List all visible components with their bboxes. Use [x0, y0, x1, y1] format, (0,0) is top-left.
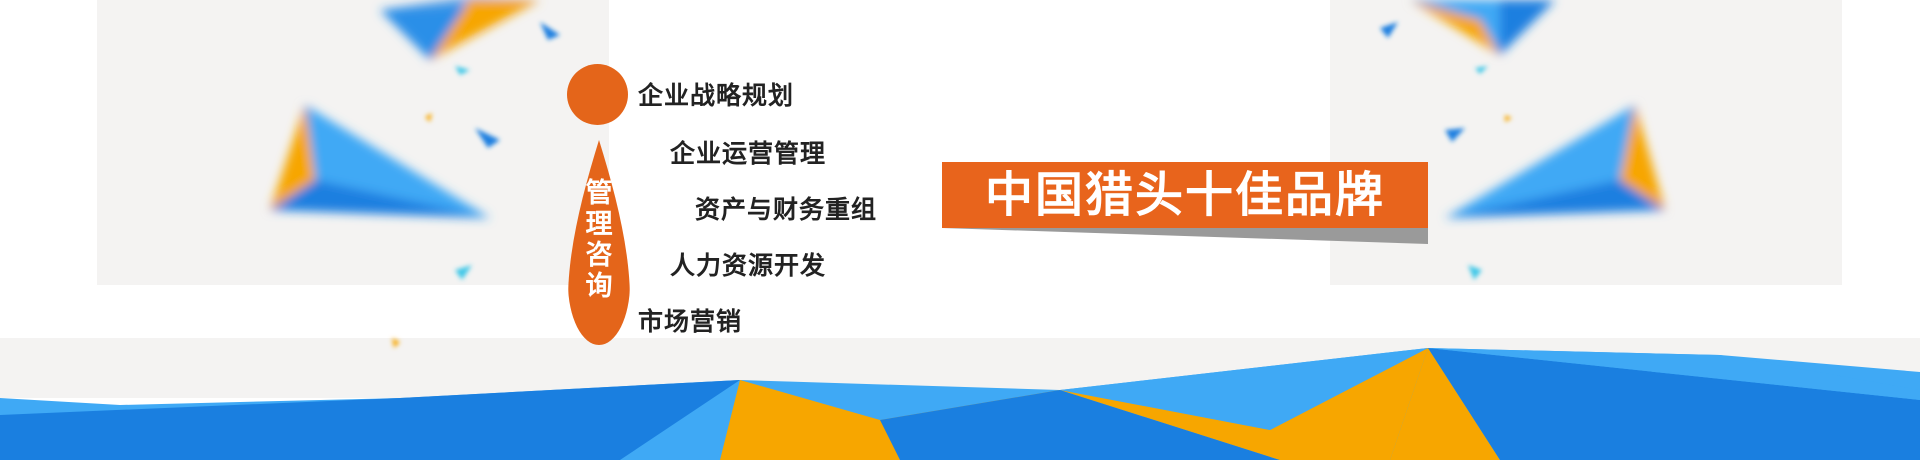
orange-dot	[567, 64, 628, 125]
menu-item-operations[interactable]: 企业运营管理	[670, 134, 826, 170]
vertical-label: 管 理 咨 询	[568, 178, 630, 302]
menu-item-strategy[interactable]: 企业战略规划	[638, 76, 794, 112]
vertical-char: 管	[585, 178, 613, 209]
vertical-char: 理	[585, 209, 613, 240]
menu-item-marketing[interactable]: 市场营销	[638, 302, 742, 338]
banner-title: 中国猎头十佳品牌	[984, 167, 1385, 223]
vertical-char: 询	[585, 271, 613, 302]
menu-item-hr[interactable]: 人力资源开发	[670, 246, 826, 282]
banner-shadow	[942, 228, 1428, 244]
vertical-char: 咨	[585, 240, 613, 271]
menu-item-restructuring[interactable]: 资产与财务重组	[695, 190, 877, 226]
